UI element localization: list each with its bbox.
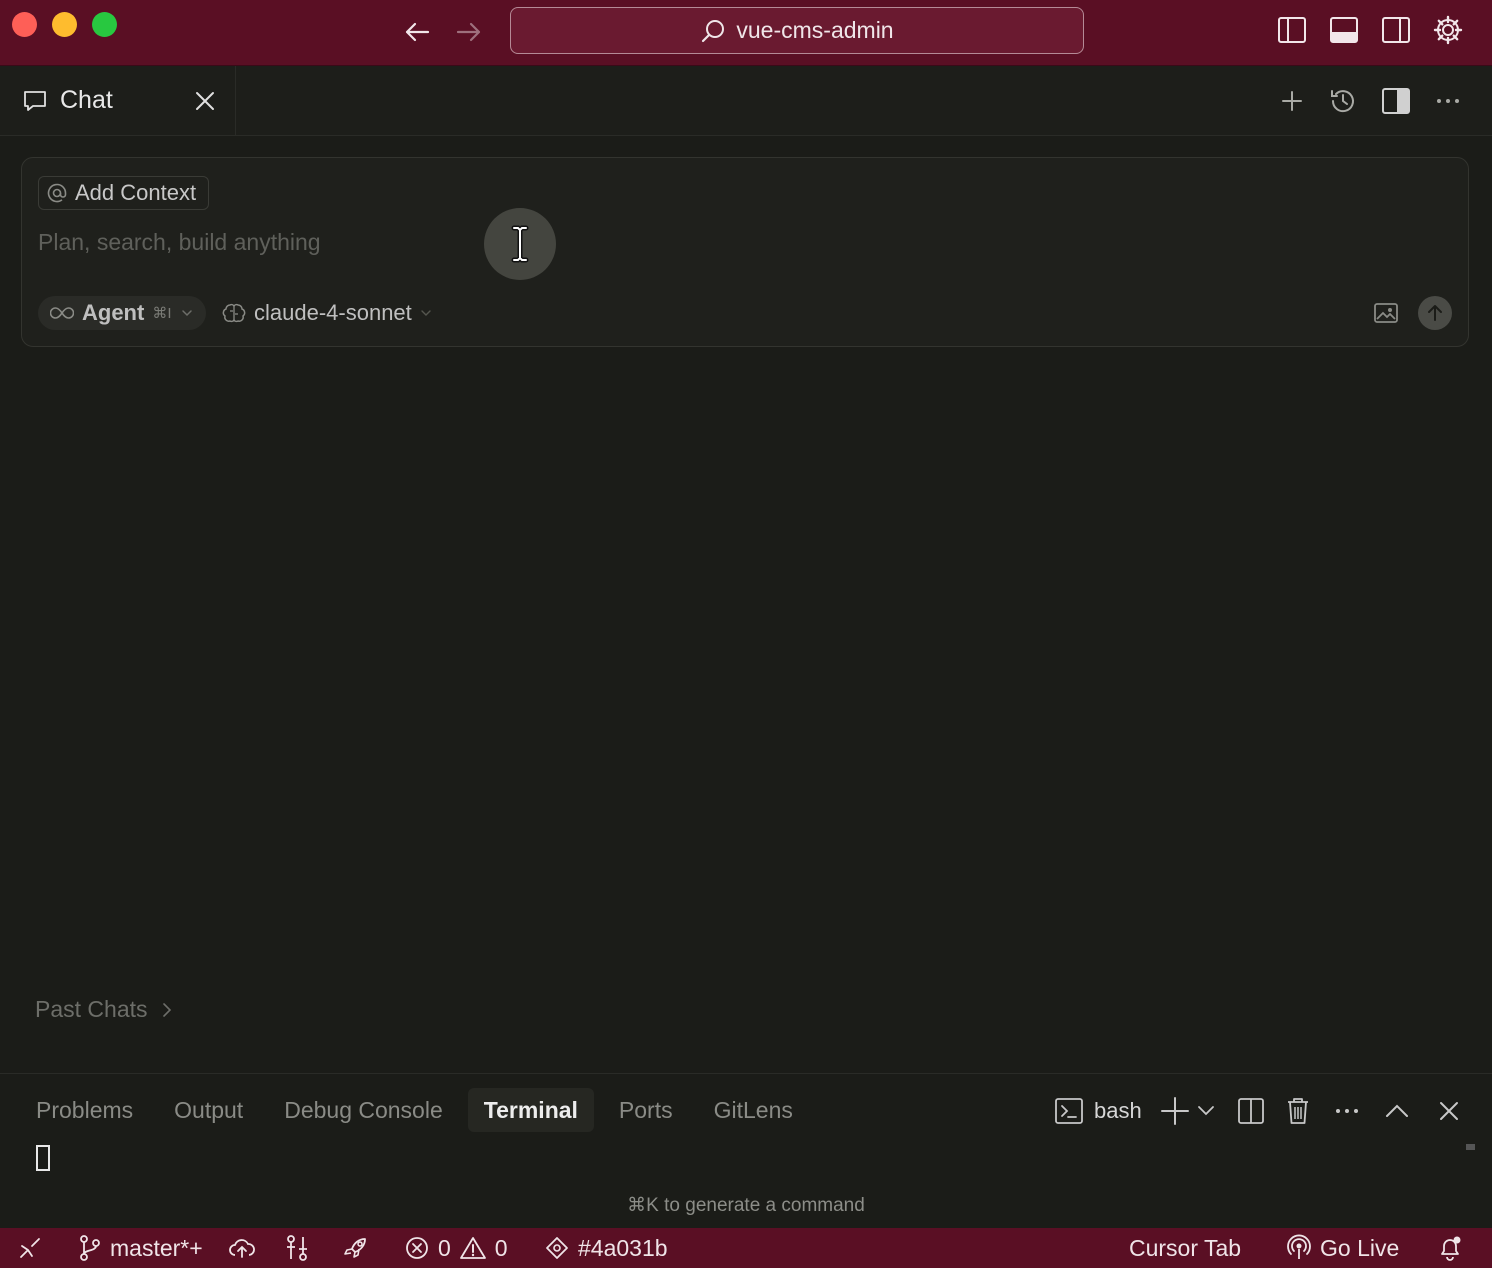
go-live-label: Go Live [1320,1234,1400,1261]
toggle-sidebar-panel-icon[interactable] [1381,86,1411,116]
tab-problems[interactable]: Problems [20,1088,149,1132]
project-name: vue-cms-admin [736,17,894,43]
agent-mode-selector[interactable]: Agent ⌘I [38,296,206,330]
add-context-button[interactable]: Add Context [38,176,210,210]
chevron-right-icon [160,1001,174,1019]
editor-tab-bar: Chat [0,66,1492,136]
chevron-down-icon[interactable] [1196,1093,1216,1129]
broadcast-icon [1286,1234,1312,1262]
gear-icon[interactable] [1432,14,1464,46]
maximize-panel-chevron-up-icon[interactable] [1382,1093,1412,1129]
terminal-scrollbar[interactable] [1466,1144,1475,1150]
agent-mode-label: Agent [82,300,145,325]
chevron-down-icon [180,306,194,320]
forward-arrow-icon[interactable] [454,17,484,47]
remote-indicator-icon[interactable] [18,1228,42,1268]
tab-chat[interactable]: Chat [0,66,236,136]
past-chats-label: Past Chats [35,996,148,1022]
trash-icon[interactable] [1283,1093,1313,1129]
send-button[interactable] [1418,296,1452,330]
panel-divider [0,1073,1492,1074]
close-icon[interactable] [193,89,217,113]
error-count: 0 [438,1234,451,1261]
git-commit-diamond-icon [544,1235,570,1261]
split-terminal-icon[interactable] [1236,1093,1266,1129]
terminal-cursor[interactable] [36,1145,50,1171]
text-cursor-icon [484,208,556,280]
minimize-window-button[interactable] [52,12,77,37]
tab-label: Chat [60,86,113,114]
commit-hash: #4a031b [578,1234,668,1261]
add-context-label: Add Context [75,180,197,205]
error-icon [404,1235,430,1261]
toggle-primary-sidebar-icon[interactable] [1276,14,1308,46]
rocket-icon[interactable] [342,1228,370,1268]
arrow-up-icon [1425,303,1445,323]
git-compare-icon[interactable] [284,1228,310,1268]
model-label: claude-4-sonnet [254,300,412,325]
toggle-secondary-sidebar-icon[interactable] [1380,14,1412,46]
more-options-icon[interactable] [1433,86,1463,116]
maximize-window-button[interactable] [92,12,117,37]
git-branch-icon [78,1234,102,1262]
panel-tab-bar: Problems Output Debug Console Terminal P… [20,1088,818,1132]
cloud-sync-icon[interactable] [228,1228,256,1268]
warning-icon [459,1235,487,1261]
at-sign-icon [47,183,67,203]
toggle-panel-icon[interactable] [1328,14,1360,46]
shell-label: bash [1094,1098,1142,1123]
chat-bubble-icon [22,88,48,114]
more-options-icon[interactable] [1332,1093,1362,1129]
problems-status[interactable]: 0 0 [404,1228,508,1268]
terminal-shell-selector[interactable]: bash [1054,1094,1142,1128]
chat-input[interactable] [38,224,1138,260]
back-arrow-icon[interactable] [402,17,432,47]
go-live-button[interactable]: Go Live [1286,1228,1399,1268]
tab-output[interactable]: Output [158,1088,259,1132]
image-upload-icon[interactable] [1372,300,1400,326]
chevron-down-icon [420,307,432,319]
new-terminal-plus-icon[interactable] [1160,1093,1190,1129]
close-window-button[interactable] [12,12,37,37]
history-icon[interactable] [1328,86,1358,116]
branch-name: master*+ [110,1234,203,1261]
notification-bell-icon[interactable] [1436,1228,1464,1268]
status-bar: master*+ 0 0 #4a031b Cursor Tab Go Live [0,1228,1492,1268]
tab-gitlens[interactable]: GitLens [698,1088,809,1132]
terminal-icon [1054,1096,1084,1126]
terminal-hint: ⌘K to generate a command [627,1195,865,1216]
commit-status[interactable]: #4a031b [544,1228,668,1268]
tab-terminal[interactable]: Terminal [467,1088,594,1132]
model-selector[interactable]: claude-4-sonnet [222,296,432,330]
close-panel-icon[interactable] [1434,1093,1464,1129]
title-bar: vue-cms-admin [0,0,1492,66]
tab-debug-console[interactable]: Debug Console [268,1088,459,1132]
agent-shortcut: ⌘I [152,305,172,322]
search-icon [700,18,726,44]
new-chat-plus-icon[interactable] [1277,86,1307,116]
chat-composer: Add Context Agent ⌘I claude-4-sonnet [21,157,1469,347]
past-chats-link[interactable]: Past Chats [35,996,174,1023]
command-center-search[interactable]: vue-cms-admin [510,7,1084,54]
warning-count: 0 [494,1234,508,1261]
git-branch-status[interactable]: master*+ [78,1228,203,1268]
cursor-tab-status[interactable]: Cursor Tab [1129,1228,1241,1268]
tab-ports[interactable]: Ports [603,1088,689,1132]
infinity-icon [50,305,74,321]
brain-icon [222,302,246,324]
